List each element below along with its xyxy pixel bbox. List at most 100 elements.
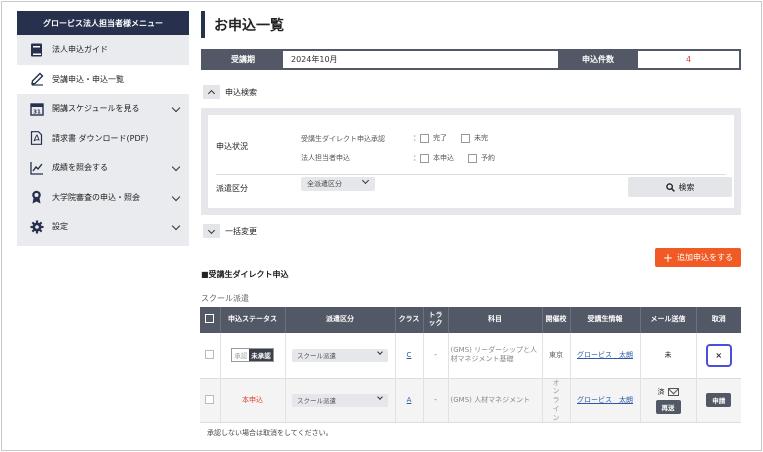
resend-button[interactable]: 再送 [655,399,681,414]
term-label: 受講期 [231,55,255,64]
dispatch-cell: スクール派遣 [285,378,396,424]
checkbox-corp-reserve[interactable] [468,153,477,163]
track-cell: - [423,333,449,379]
sidebar-item-application-list[interactable]: 受講申込・申込一覧 [17,64,189,94]
checkbox-corp-main[interactable] [420,153,429,163]
checkbox-direct-incomplete[interactable] [461,133,470,143]
sidebar-item-label: 大学院審査の申込・照会 [52,192,140,202]
table-row: 承認 未承認 スクール派遣 C - (GMS) リーダーシップと人材マネジメント… [200,333,741,379]
plus-icon: + [662,250,674,265]
dispatch-select-value: 全派遣区分 [307,180,342,188]
mail-status: 済 [657,387,665,396]
class-link[interactable]: A [407,396,412,404]
divider [216,174,726,175]
term-value: 2024年10月 [283,51,558,68]
unapproved-option[interactable]: 未承認 [249,349,273,362]
sidebar-item-label: 開講スケジュールを見る [52,104,140,114]
chevron-up-icon[interactable] [203,85,220,99]
cancel-request-button[interactable]: 申請 [706,393,732,408]
search-toggle[interactable]: 申込検索 [203,85,257,99]
dispatch-select[interactable]: スクール派遣 [292,393,388,407]
direct-approval-options: ： 完了 未完 [413,133,502,143]
table-header-row: 申込ステータス 派遣区分 クラス トラック 科目 開催校 受講生情報 メール送信… [200,307,741,333]
column-header: 科目 [448,307,543,333]
page-title: お申込一覧 [214,17,284,34]
search-button-label: 検索 [678,182,695,192]
checkbox-label: 本申込 [433,154,454,162]
chevron-down-icon[interactable] [203,224,220,238]
cancel-button[interactable]: × [705,343,732,367]
sidebar-item-invoice[interactable]: 請求書 ダウンロード(PDF) [17,124,189,154]
class-link[interactable]: C [407,351,412,359]
chevron-down-icon[interactable] [171,221,181,231]
sidebar-title: グロービス法人担当者様メニュー [17,11,189,35]
award-icon [29,190,44,205]
checkbox-direct-complete[interactable] [420,133,429,143]
class-cell: C [395,333,424,379]
row-select-cell [200,333,221,379]
column-header: 派遣区分 [285,307,396,333]
status-cell: 承認 未承認 [220,333,286,379]
sidebar-item-settings[interactable]: 設定 [17,212,189,242]
column-header: メール送信 [640,307,697,333]
select-all-header[interactable] [200,307,221,333]
search-panel: 申込状況 受講生ダイレクト申込承認 ： 完了 未完 法人担当者申込 ： 本申込 … [201,108,741,215]
status-text: 本申込 [242,396,263,405]
dispatch-select-value: スクール派遣 [297,352,336,361]
dispatch-cell: スクール派遣 [285,333,396,379]
mail-cell: 未 [640,333,697,379]
row-checkbox[interactable] [205,349,215,359]
chevron-down-icon [361,176,370,185]
mail-cell: 済 再送 [640,378,697,424]
page-title-container: お申込一覧 [201,11,284,38]
bulk-change-toggle[interactable]: 一括変更 [203,224,257,238]
chevron-down-icon[interactable] [171,162,181,172]
cancel-note: 承認しない場合は取消をしてください。 [207,429,333,437]
book-icon [29,42,44,57]
checkbox-label: 完了 [433,134,447,142]
dispatch-select[interactable]: 全派遣区分 [301,176,375,191]
chevron-down-icon[interactable] [171,192,181,201]
chevron-down-icon [377,394,383,400]
chevron-down-icon[interactable] [171,103,181,113]
section-heading: ■受講生ダイレクト申込 [201,270,289,279]
add-application-label: 追加申込をする [677,253,734,262]
pencil-icon [29,72,44,87]
pdf-icon [29,131,44,146]
summary-bar: 受講期 2024年10月 申込件数 4 [201,49,741,70]
column-header: 取消 [696,307,741,333]
checkbox-label: 未完 [474,134,488,142]
sidebar-item-schedule[interactable]: 31 開講スケジュールを見る [17,94,189,124]
corp-application-label: 法人担当者申込 [301,154,350,162]
column-header: トラック [423,307,449,333]
dispatch-select[interactable]: スクール派遣 [292,348,388,362]
bulk-change-label: 一括変更 [225,226,257,236]
column-header: クラス [395,307,424,333]
approval-toggle[interactable]: 承認 未承認 [231,348,274,363]
cancel-cell: 申請 [696,378,741,424]
mail-icon [667,387,679,396]
search-form: 申込状況 受講生ダイレクト申込承認 ： 完了 未完 法人担当者申込 ： 本申込 … [208,115,734,208]
select-all-checkbox[interactable] [205,314,215,324]
sidebar-item-graduate-review[interactable]: 大学院審査の申込・照会 [17,183,189,213]
colon-separator: ： [413,134,420,142]
chevron-down-icon [377,348,383,355]
search-icon [665,182,675,192]
sidebar-item-guide[interactable]: 法人申込ガイド [17,35,189,65]
gear-icon [29,219,44,234]
class-cell: A [395,378,424,424]
student-cell: グロービス 太朗 [570,333,641,379]
campus-cell: オンライン [542,378,571,424]
row-checkbox[interactable] [205,394,215,404]
row-select-cell [200,378,221,424]
colon-separator: ： [413,154,420,162]
approve-option[interactable]: 承認 [232,349,250,362]
student-link[interactable]: グロービス 太朗 [577,396,633,404]
sidebar-item-label: 請求書 ダウンロード(PDF) [52,133,149,143]
status-cell: 本申込 [220,378,286,424]
search-button[interactable]: 検索 [628,177,732,197]
table-row: 本申込 スクール派遣 A - (GMS) 人材マネジメント オンライン グロービ… [200,378,741,424]
student-link[interactable]: グロービス 太朗 [577,351,633,359]
sidebar-item-grades[interactable]: 成績を照会する [17,153,189,183]
add-application-button[interactable]: + 追加申込をする [655,248,741,267]
